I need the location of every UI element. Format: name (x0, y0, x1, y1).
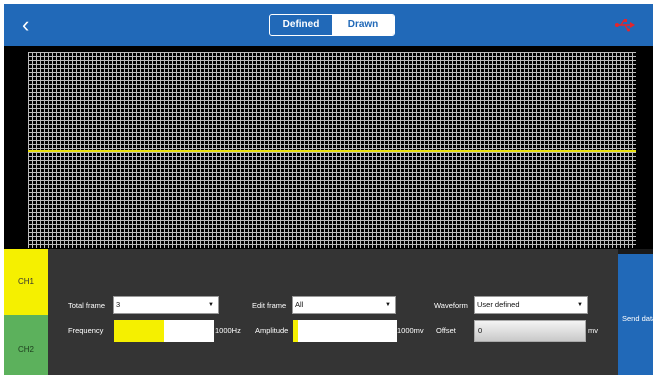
frequency-level (114, 320, 164, 342)
tab-defined[interactable]: Defined (270, 15, 332, 35)
waveform-grid[interactable] (28, 52, 636, 248)
app-window: ‹ Defined Drawn CH1 CH2 Total frame 3 ▼ … (4, 4, 653, 375)
frequency-label: Frequency (68, 326, 104, 335)
amplitude-unit: 1000mv (397, 326, 424, 335)
dropdown-caret-icon: ▼ (208, 302, 214, 308)
offset-label: Offset (436, 326, 456, 335)
amplitude-level (293, 320, 299, 342)
frequency-slider[interactable] (114, 320, 214, 342)
back-chevron-icon[interactable]: ‹ (22, 12, 46, 38)
waveform-display (4, 46, 653, 249)
dropdown-caret-icon: ▼ (577, 302, 583, 308)
dropdown-caret-icon: ▼ (385, 302, 391, 308)
total-frame-label: Total frame (68, 301, 106, 310)
control-panel: Total frame 3 ▼ Edit frame All ▼ Wavefor… (48, 249, 618, 375)
header-bar: ‹ Defined Drawn (4, 4, 653, 46)
offset-field[interactable]: 0 (474, 320, 586, 342)
offset-value: 0 (478, 326, 483, 335)
waveform-label: Waveform (434, 301, 468, 310)
waveform-trace (28, 150, 636, 152)
edit-frame-label: Edit frame (252, 301, 287, 310)
channel-2-button[interactable]: CH2 (4, 315, 48, 375)
mode-toggle: Defined Drawn (269, 14, 395, 36)
waveform-value: User defined (477, 300, 520, 309)
amplitude-label: Amplitude (255, 326, 289, 335)
amplitude-slider[interactable] (293, 320, 397, 342)
usb-icon (615, 19, 635, 32)
edit-frame-select[interactable]: All ▼ (292, 296, 396, 314)
frequency-unit: 1000Hz (215, 326, 241, 335)
waveform-select[interactable]: User defined ▼ (474, 296, 588, 314)
total-frame-value: 3 (116, 300, 121, 309)
channel-1-button[interactable]: CH1 (4, 249, 48, 315)
total-frame-select[interactable]: 3 ▼ (113, 296, 219, 314)
edit-frame-value: All (295, 300, 304, 309)
tab-drawn[interactable]: Drawn (332, 15, 394, 35)
send-data-button[interactable]: Send data (618, 254, 653, 375)
offset-unit: mv (588, 326, 598, 335)
